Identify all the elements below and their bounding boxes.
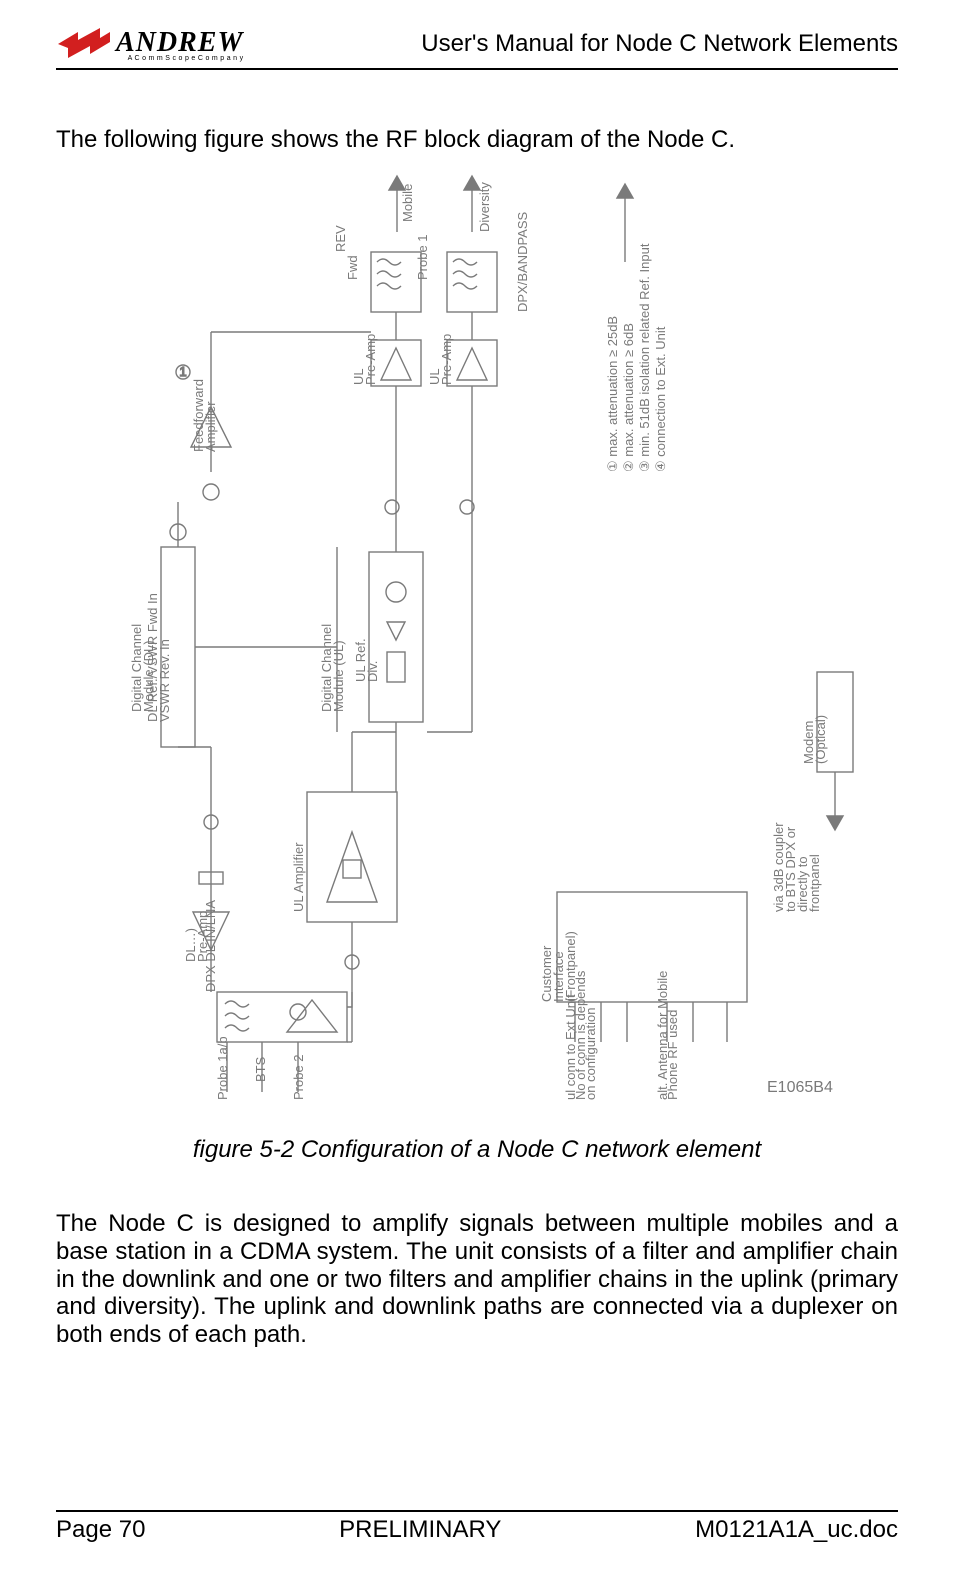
legend-4: ④ connection to Ext. Unit	[653, 326, 668, 472]
label-fwd: Fwd	[345, 255, 360, 280]
label-mobile: Mobile	[400, 184, 415, 222]
document-page: ANDREW A C o m m S c o p e C o m p a n y…	[0, 0, 954, 1574]
label-bts: BTS	[253, 1056, 268, 1082]
page-title: User's Manual for Node C Network Element…	[421, 30, 898, 58]
footer-docid: M0121A1A_uc.doc	[695, 1516, 898, 1544]
body-paragraph: The Node C is designed to amplify signal…	[56, 1210, 898, 1349]
logo-text-block: ANDREW A C o m m S c o p e C o m p a n y	[116, 27, 243, 62]
page-footer: Page 70 PRELIMINARY M0121A1A_uc.doc	[56, 1510, 898, 1544]
logo-mark-icon	[56, 26, 112, 62]
logo-text: ANDREW	[116, 27, 243, 59]
intro-paragraph: The following figure shows the RF block …	[56, 126, 898, 154]
label-dpx-bandpass: DPX/BANDPASS	[515, 211, 530, 312]
label-diversity: Diversity	[477, 182, 492, 232]
legend-3: ③ min. 51dB isolation related Ref. Input	[637, 243, 652, 472]
label-ul-pre-amp-1: ULPre-Amp	[351, 334, 378, 385]
label-note-alt-antenna: alt. Antenna for MobilePhone RF used	[655, 971, 680, 1100]
label-ul-pre-amp-2: ULPre-Amp	[427, 334, 454, 385]
legend-2: ② max. attenuation ≥ 6dB	[621, 323, 636, 472]
label-modem-optical: Modem(Optical)	[801, 715, 828, 764]
svg-text:1: 1	[179, 364, 186, 379]
label-digital-channel-ul: Digital ChannelModule (UL)	[319, 624, 346, 712]
header-rule	[56, 68, 898, 70]
label-probe-1: Probe 1	[415, 234, 430, 280]
figure-caption: figure 5-2 Configuration of a Node C net…	[193, 1136, 761, 1164]
page-header: ANDREW A C o m m S c o p e C o m p a n y…	[56, 26, 898, 62]
label-feedforward-amp: FeedforwardAmplifier	[191, 379, 218, 452]
legend-1: ① max. attenuation ≥ 25dB	[605, 316, 620, 472]
label-probe-2: Probe 2	[291, 1054, 306, 1100]
label-dpx-dl-in-lna: DPX DL IN/LNA	[203, 900, 218, 992]
figure-5-2: 1 Mobile Diversity DPX/BANDPASS ULPre-Am…	[56, 172, 898, 1510]
label-rev: REV	[333, 225, 348, 252]
footer-status: PRELIMINARY	[339, 1516, 501, 1544]
label-probe-1a-b: Probe 1a/b	[215, 1036, 230, 1100]
drawing-code: E1065B4	[767, 1079, 833, 1096]
label-via-coupler: via 3dB couplerto BTS DPX ordirectly tof…	[771, 822, 822, 912]
label-dl-ref-vswr: DL Ref./VSWR Fwd InVSWR Rev. In	[145, 593, 172, 722]
logo-subtitle: A C o m m S c o p e C o m p a n y	[116, 55, 243, 62]
footer-page: Page 70	[56, 1516, 145, 1544]
label-ul-amplifier: UL Amplifier	[291, 842, 306, 912]
rf-block-diagram: 1 Mobile Diversity DPX/BANDPASS ULPre-Am…	[127, 172, 867, 1112]
footer-rule	[56, 1510, 898, 1512]
label-ul-ref-div: UL Ref.Div.	[353, 638, 380, 682]
brand-logo: ANDREW A C o m m S c o p e C o m p a n y	[56, 26, 243, 62]
